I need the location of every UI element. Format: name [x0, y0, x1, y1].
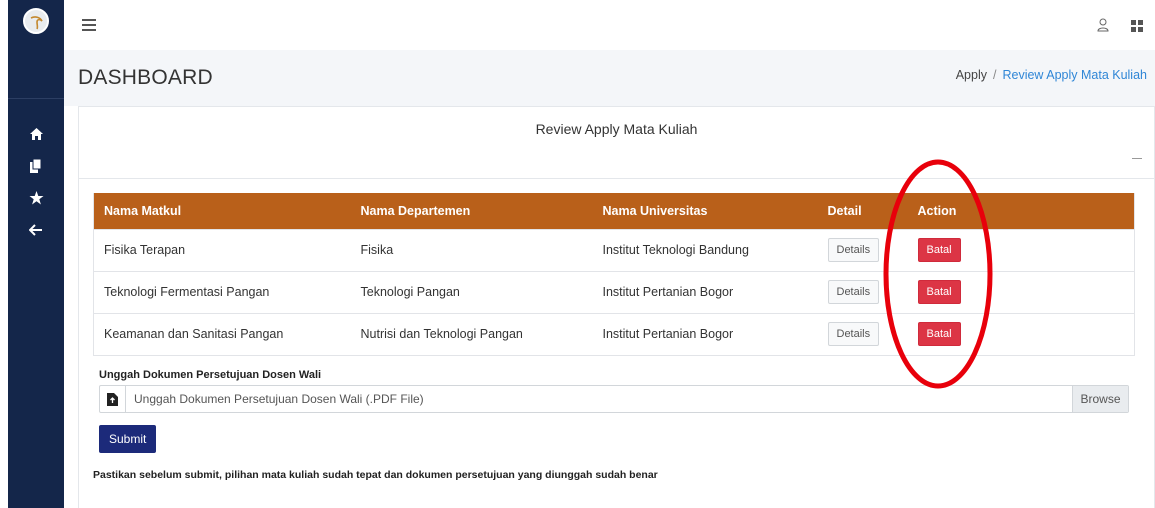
cell-universitas: Institut Pertanian Bogor	[592, 312, 818, 356]
sidebar-divider	[8, 98, 64, 99]
cell-action: Batal	[907, 312, 1135, 356]
details-button[interactable]: Details	[827, 322, 880, 346]
logo-icon[interactable]	[23, 8, 49, 34]
grid-icon[interactable]	[1131, 19, 1143, 37]
table-header-row: Nama Matkul Nama Departemen Nama Univers…	[93, 193, 1135, 229]
table-row: Fisika Terapan Fisika Institut Teknologi…	[93, 228, 1135, 271]
topbar	[64, 0, 1155, 50]
cell-action: Batal	[907, 228, 1135, 271]
topbar-actions	[1097, 18, 1143, 37]
file-upload-icon	[100, 386, 126, 412]
copy-icon[interactable]	[26, 155, 46, 177]
card-title: Review Apply Mata Kuliah	[535, 121, 698, 137]
cell-detail: Details	[817, 270, 908, 313]
col-nama-universitas: Nama Universitas	[592, 193, 818, 229]
sidebar-nav	[8, 123, 64, 241]
breadcrumb-apply[interactable]: Apply	[956, 68, 987, 82]
cell-matkul: Teknologi Fermentasi Pangan	[93, 270, 351, 313]
cell-action: Batal	[907, 270, 1135, 313]
logo-wrap	[8, 0, 64, 42]
minimize-icon[interactable]	[1132, 158, 1142, 159]
cell-universitas: Institut Teknologi Bandung	[592, 228, 818, 271]
batal-button[interactable]: Batal	[917, 322, 961, 346]
arrow-left-icon[interactable]	[26, 219, 46, 241]
details-button[interactable]: Details	[827, 238, 880, 262]
cell-matkul: Keamanan dan Sanitasi Pangan	[93, 312, 351, 356]
submit-note: Pastikan sebelum submit, pilihan mata ku…	[93, 469, 658, 481]
batal-button[interactable]: Batal	[917, 238, 961, 262]
home-icon[interactable]	[26, 123, 46, 145]
review-card: Review Apply Mata Kuliah Nama Matkul Nam…	[78, 106, 1155, 508]
col-detail: Detail	[817, 193, 908, 229]
menu-icon[interactable]	[82, 19, 96, 31]
cell-matkul: Fisika Terapan	[93, 228, 351, 271]
card-header: Review Apply Mata Kuliah	[79, 107, 1154, 179]
cell-departemen: Fisika	[350, 228, 593, 271]
file-upload-placeholder[interactable]: Unggah Dokumen Persetujuan Dosen Wali (.…	[126, 392, 1072, 406]
table-row: Teknologi Fermentasi Pangan Teknologi Pa…	[93, 270, 1135, 313]
page-title: DASHBOARD	[78, 66, 213, 89]
details-button[interactable]: Details	[827, 280, 880, 304]
col-action: Action	[907, 193, 1135, 229]
table-row: Keamanan dan Sanitasi Pangan Nutrisi dan…	[93, 312, 1135, 356]
breadcrumb-review[interactable]: Review Apply Mata Kuliah	[1002, 68, 1147, 82]
course-table: Nama Matkul Nama Departemen Nama Univers…	[93, 193, 1135, 356]
breadcrumb-separator: /	[992, 68, 997, 82]
submit-button[interactable]: Submit	[99, 425, 157, 453]
cell-detail: Details	[817, 312, 908, 356]
page-header: DASHBOARD Apply / Review Apply Mata Kuliah	[64, 50, 1155, 106]
cell-departemen: Teknologi Pangan	[350, 270, 593, 313]
col-nama-departemen: Nama Departemen	[350, 193, 593, 229]
star-icon[interactable]	[26, 187, 46, 209]
breadcrumb: Apply / Review Apply Mata Kuliah	[956, 68, 1147, 82]
col-nama-matkul: Nama Matkul	[93, 193, 351, 229]
cell-universitas: Institut Pertanian Bogor	[592, 270, 818, 313]
cell-detail: Details	[817, 228, 908, 271]
batal-button[interactable]: Batal	[917, 280, 961, 304]
upload-label: Unggah Dokumen Persetujuan Dosen Wali	[99, 369, 322, 381]
cell-departemen: Nutrisi dan Teknologi Pangan	[350, 312, 593, 356]
file-upload-field[interactable]: Unggah Dokumen Persetujuan Dosen Wali (.…	[99, 385, 1129, 413]
browse-button[interactable]: Browse	[1072, 386, 1128, 412]
sidebar	[8, 0, 64, 508]
user-icon[interactable]	[1097, 18, 1109, 37]
